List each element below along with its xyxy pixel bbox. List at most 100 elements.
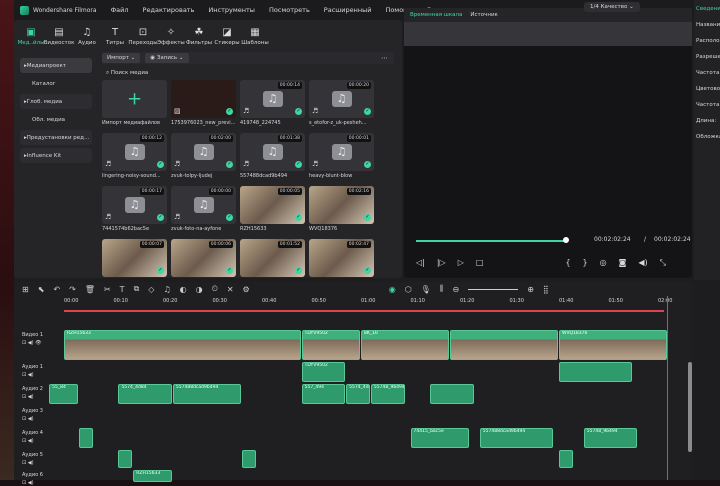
audio-clip[interactable] (430, 384, 474, 404)
tab-source[interactable]: Источник (470, 12, 497, 18)
media-item[interactable]: + Импорт медиафайлов (102, 80, 167, 128)
render-preview-icon[interactable]: ◉ (389, 285, 396, 294)
media-item[interactable]: ♫ ♬ 00:00:00 ✓ zvuk-foto-na-ayfone (171, 186, 236, 234)
grid-icon[interactable]: ⣿ (543, 285, 549, 294)
media-item[interactable]: ♫ ♬ 00:00:17 ✓ 7441574b62bac5e (102, 186, 167, 234)
track-controls-icon[interactable]: ⊡ ◀) (22, 394, 34, 400)
tool-stock-video[interactable]: ▤ Видеосток (44, 27, 75, 46)
audio-clip[interactable]: TDYV9502 (301, 362, 346, 382)
more-icon[interactable]: ⋯ (381, 54, 388, 62)
audio-clip[interactable]: 5574_4d84 (346, 384, 370, 404)
stop-icon[interactable]: □ (476, 258, 484, 268)
play-icon[interactable]: ▷ (458, 258, 464, 268)
track-controls-icon[interactable]: ⊡ ◀) (22, 480, 34, 486)
mask-icon[interactable]: ◑ (196, 285, 203, 294)
tool-titles[interactable]: T Титры (104, 27, 126, 46)
track-controls-icon[interactable]: ⊡ ◀) 👁 (22, 340, 42, 346)
undo-icon[interactable]: ↶ (53, 285, 60, 294)
snapshot-icon[interactable]: ◙ (619, 258, 627, 268)
audio-clip[interactable]: 55748_9b494 (583, 428, 638, 448)
text-icon[interactable]: T (120, 285, 125, 294)
sidebar-item[interactable]: Обл. медиа (20, 112, 92, 127)
next-frame-icon[interactable]: |▷ (437, 258, 446, 268)
delete-icon[interactable]: 🗑 (85, 285, 95, 294)
tool-templates[interactable]: ▦ Шаблоны (241, 27, 268, 46)
media-item[interactable]: 00:02:47 ✓ (309, 239, 374, 287)
track-controls-icon[interactable]: ⊡ ◀) (22, 416, 34, 422)
audio-clip[interactable]: RZH15633 (133, 470, 172, 482)
fullscreen-icon[interactable]: ⤡ (660, 258, 666, 268)
crop-icon[interactable]: ⧉ (134, 284, 140, 294)
audio-clip[interactable] (559, 362, 633, 382)
render-icon[interactable]: ◎ (600, 258, 607, 268)
volume-icon[interactable]: ◀) (638, 258, 647, 268)
audio-clip[interactable] (118, 450, 133, 468)
prev-frame-icon[interactable]: ◁| (416, 258, 425, 268)
audio-clip[interactable] (242, 450, 257, 468)
audio-clip[interactable]: 55748_9b494 (370, 384, 405, 404)
mark-out-icon[interactable]: } (583, 258, 588, 268)
ai-icon[interactable]: ✕ (227, 285, 234, 294)
audio-clip[interactable]: 74415_bac5e (410, 428, 469, 448)
mic-icon[interactable]: 🎙 (421, 285, 431, 294)
audio-clip[interactable] (78, 428, 93, 448)
menu-item[interactable]: Инструменты (208, 6, 255, 14)
redo-icon[interactable]: ↷ (69, 285, 76, 294)
audio-clip[interactable] (559, 450, 573, 468)
sidebar-item[interactable]: ▸ Influence Kit (20, 148, 92, 163)
sidebar-item[interactable]: ▸ Глоб. медиа (20, 94, 92, 109)
media-item[interactable]: ♫ ♬ 00:00:12 ✓ lingering-noisy-sound... (102, 133, 167, 181)
video-clip[interactable]: WVQ18376 (559, 330, 667, 360)
media-item[interactable]: ♫ ♬ 00:00:01 ✓ heavy-blunt-blow (309, 133, 374, 181)
tool-transitions[interactable]: ⊡ Переходы (128, 27, 157, 46)
audio-clip[interactable]: 55_84 (49, 384, 78, 404)
video-clip[interactable] (450, 330, 558, 360)
audio-beat-icon[interactable]: ♫ (163, 285, 170, 294)
media-item[interactable]: ▨ ✓ 1753976023_new_previ... (171, 80, 236, 128)
video-clip[interactable]: RZH15633 (64, 330, 301, 360)
mixer-icon[interactable]: ⫼ (440, 284, 444, 294)
layout-icon[interactable]: ⊞ (22, 285, 29, 294)
quality-select[interactable]: 1/4 Качество ⌄ (584, 2, 640, 12)
video-clip[interactable]: TDYV9502 (301, 330, 360, 360)
zoom-in-icon[interactable]: ⊕ (527, 285, 534, 294)
menu-item[interactable]: Посмотреть (269, 6, 310, 14)
media-item[interactable]: ♫ ♬ 00:00:20 ✓ s_etofor-z_uk-pesheh... (309, 80, 374, 128)
audio-clip[interactable]: 5574_4d84 (118, 384, 172, 404)
media-item[interactable]: ♫ ♬ 00:00:14 ✓ 419748_224745 (240, 80, 305, 128)
audio-clip[interactable]: 557488dcad9b494 (479, 428, 554, 448)
tool-audio[interactable]: ♫ Аудио (76, 27, 98, 46)
select-icon[interactable]: ⬉ (38, 285, 45, 294)
video-clip[interactable]: 8K_10 (361, 330, 450, 360)
media-item[interactable]: ♫ ♬ 00:01:38 ✓ 557488dcad9b494 (240, 133, 305, 181)
tool-filters[interactable]: ☘ Фильтры (186, 27, 212, 46)
media-search-input[interactable]: ⌕ Поиск медиа (106, 70, 148, 77)
sidebar-item[interactable]: Каталог (20, 76, 92, 91)
preview-scrubber[interactable] (416, 237, 569, 243)
media-item[interactable]: 00:01:52 ✓ (240, 239, 305, 287)
tab-timeline[interactable]: Временная шкала (410, 12, 462, 18)
audio-clip[interactable]: 557_494 (301, 384, 346, 404)
media-item[interactable]: ♫ ♬ 00:02:00 ✓ zvuk-tolpy-ljudej (171, 133, 236, 181)
menu-item[interactable]: Расширенный (324, 6, 372, 14)
playhead[interactable] (667, 296, 668, 480)
zoom-out-icon[interactable]: ⊖ (453, 285, 460, 294)
sidebar-item[interactable]: ▸ Предустановки ред... (20, 130, 92, 145)
tool-media[interactable]: ▣ Мед..йлы (18, 27, 45, 46)
track-controls-icon[interactable]: ⊡ ◀) (22, 460, 34, 466)
track-controls-icon[interactable]: ⊡ ◀) (22, 438, 34, 444)
audio-clip[interactable]: 557488dcad9b494 (172, 384, 242, 404)
cut-icon[interactable]: ✂ (104, 285, 111, 294)
zoom-slider[interactable] (468, 288, 519, 290)
speed-icon[interactable]: ⏲ (212, 284, 218, 294)
tool-effects[interactable]: ✧ Эффекты (157, 27, 185, 46)
import-button[interactable]: Импорт ⌄ (102, 53, 141, 63)
timeline-scrollbar[interactable] (688, 362, 692, 452)
sidebar-item[interactable]: ▸ Медиапроект (20, 58, 92, 73)
marker-icon[interactable]: ⬡ (405, 285, 412, 294)
menu-item[interactable]: Редактировать (143, 6, 195, 14)
settings-icon[interactable]: ⚙ (243, 285, 250, 294)
color-icon[interactable]: ◐ (180, 285, 187, 294)
tool-stickers[interactable]: ◪ Стикеры (214, 27, 239, 46)
media-item[interactable]: 00:02:16 ✓ WVQ18376 (309, 186, 374, 234)
